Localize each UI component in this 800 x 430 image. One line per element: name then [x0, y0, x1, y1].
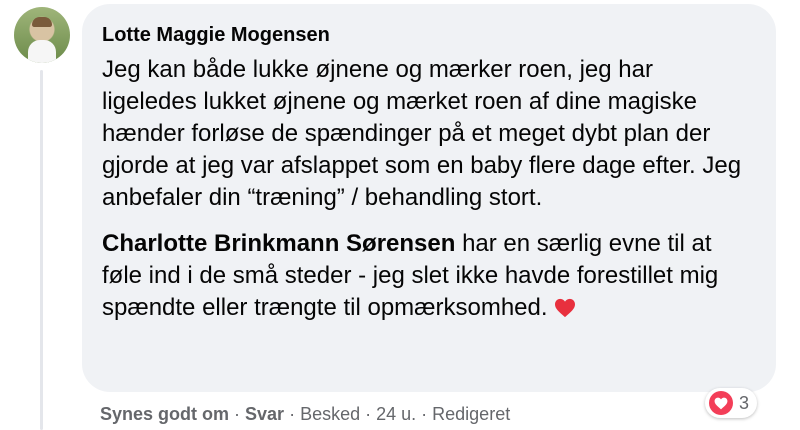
reaction-count: 3 — [739, 392, 750, 413]
separator: · — [234, 404, 241, 424]
comment-paragraph-1: Jeg kan både lukke øjnene og mærker roen… — [102, 56, 742, 211]
message-button[interactable]: Besked — [300, 404, 360, 424]
mention-link[interactable]: Charlotte Brinkmann Sørensen — [102, 230, 455, 257]
comment-actions: Synes godt om · Svar · Besked · 24 u. · Redigere… — [100, 404, 510, 425]
comment-paragraph-2: Charlotte Brinkmann Sørensen har en særl… — [102, 228, 742, 324]
separator: · — [289, 404, 296, 424]
reply-thread-line — [40, 70, 43, 430]
reply-button[interactable]: Svar — [245, 404, 284, 424]
edited-label[interactable]: Redigeret — [432, 404, 510, 424]
avatar-shirt — [28, 40, 56, 63]
reaction-summary[interactable]: 3 — [705, 388, 758, 418]
avatar[interactable] — [14, 7, 70, 63]
comment-author[interactable]: Lotte Maggie Mogensen — [102, 22, 756, 48]
timestamp[interactable]: 24 u. — [376, 404, 416, 424]
separator: · — [365, 404, 372, 424]
comment-bubble: Lotte Maggie Mogensen Jeg kan både lukke… — [82, 4, 776, 392]
love-icon — [709, 391, 733, 415]
like-button[interactable]: Synes godt om — [100, 404, 229, 424]
avatar-hair — [32, 17, 52, 27]
red-heart-icon — [555, 298, 576, 318]
separator: · — [421, 404, 428, 424]
